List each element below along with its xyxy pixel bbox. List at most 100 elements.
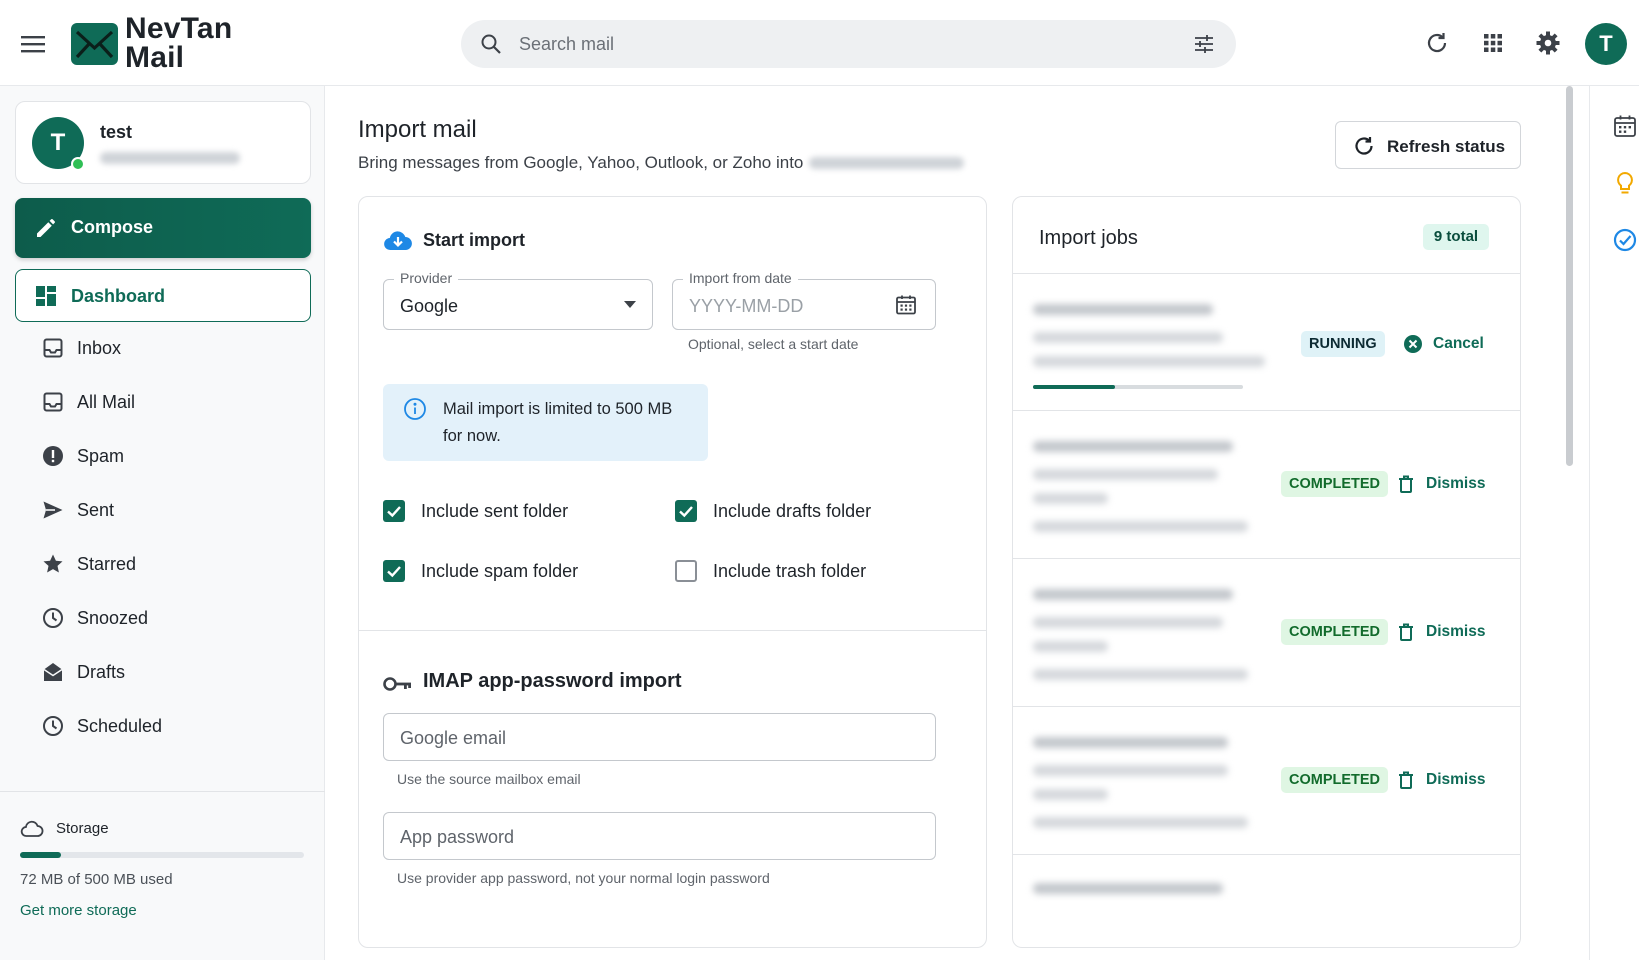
job-email-blurred — [1033, 441, 1233, 452]
job-email-blurred — [1033, 304, 1213, 315]
account-card[interactable]: T test — [15, 101, 311, 184]
dashboard-icon — [35, 285, 57, 307]
cloud-download-icon — [383, 229, 413, 253]
job-progress-bar — [1033, 385, 1243, 389]
brand-line-1: NevTan — [125, 12, 233, 45]
job-email-blurred — [1033, 883, 1223, 894]
start-import-title: Start import — [423, 230, 526, 250]
online-status-dot — [71, 157, 85, 171]
email-helper-text: Use the source mailbox email — [397, 771, 581, 787]
brand-name: NevTan Mail — [125, 12, 233, 74]
checkbox-label: Include spam folder — [421, 561, 579, 581]
job-detail-blurred — [1033, 789, 1108, 800]
refresh-icon[interactable] — [1424, 30, 1450, 56]
job-detail-blurred — [1033, 765, 1228, 776]
sidebar-item-snoozed[interactable]: Snoozed — [30, 598, 300, 638]
sidebar-item-label: Drafts — [77, 662, 126, 682]
sidebar: T test Compose Dashboard Inbox All Mail … — [0, 86, 325, 960]
user-avatar[interactable]: T — [1585, 23, 1627, 65]
include-sent-checkbox[interactable]: Include sent folder — [383, 498, 643, 526]
calendar-icon[interactable] — [894, 293, 918, 317]
import-job-row: RUNNING Cancel — [1013, 273, 1520, 410]
job-detail-blurred — [1033, 641, 1108, 652]
dismiss-label: Dismiss — [1426, 475, 1486, 492]
storage-progress-bar — [20, 852, 304, 858]
blurred-email — [809, 157, 965, 169]
sidebar-item-label: Spam — [77, 446, 125, 466]
menu-icon[interactable] — [18, 29, 48, 59]
all-mail-icon — [42, 391, 64, 413]
sidebar-item-spam[interactable]: Spam — [30, 436, 300, 476]
job-detail-blurred — [1033, 356, 1265, 367]
imap-import-title: IMAP app-password import — [423, 670, 682, 692]
page-scrollbar[interactable] — [1566, 86, 1574, 960]
get-more-storage-link[interactable]: Get more storage — [20, 902, 137, 919]
scrollbar-thumb[interactable] — [1566, 86, 1573, 466]
trash-icon — [1396, 474, 1416, 494]
job-detail-blurred — [1033, 493, 1108, 504]
include-drafts-checkbox[interactable]: Include drafts folder — [675, 498, 935, 526]
job-progress-fill — [1033, 385, 1115, 389]
checkbox-label: Include drafts folder — [713, 501, 872, 521]
search-icon[interactable] — [479, 32, 503, 56]
trash-icon — [1396, 622, 1416, 642]
include-spam-checkbox[interactable]: Include spam folder — [383, 558, 643, 586]
sidebar-item-sent[interactable]: Sent — [30, 490, 300, 530]
import-date-placeholder: YYYY-MM-DD — [689, 296, 804, 316]
calendar-icon[interactable] — [1612, 113, 1638, 139]
tasks-check-icon[interactable] — [1612, 227, 1638, 253]
sidebar-item-all-mail[interactable]: All Mail — [30, 382, 300, 422]
import-date-field[interactable]: Import from date YYYY-MM-DD — [672, 270, 936, 330]
search-options-icon[interactable] — [1192, 32, 1216, 56]
job-email-blurred — [1033, 589, 1233, 600]
include-trash-checkbox[interactable]: Include trash folder — [675, 558, 935, 586]
dismiss-job-button[interactable]: Dismiss — [1396, 769, 1496, 791]
inbox-icon — [42, 337, 64, 359]
page-subtitle: Bring messages from Google, Yahoo, Outlo… — [358, 153, 965, 173]
lightbulb-icon[interactable] — [1612, 170, 1638, 196]
sidebar-item-label: Sent — [77, 500, 115, 520]
cancel-job-button[interactable]: Cancel — [1403, 333, 1503, 355]
import-jobs-title: Import jobs — [1039, 227, 1138, 249]
status-badge: COMPLETED — [1281, 619, 1389, 645]
settings-gear-icon[interactable] — [1535, 30, 1561, 56]
checkbox-unchecked-icon — [675, 560, 697, 582]
dashboard-button[interactable]: Dashboard — [15, 269, 311, 322]
app-password-input[interactable] — [400, 825, 900, 849]
sidebar-item-starred[interactable]: Starred — [30, 544, 300, 584]
dashboard-label: Dashboard — [71, 286, 166, 306]
google-email-input[interactable] — [400, 726, 900, 750]
sidebar-item-inbox[interactable]: Inbox — [30, 328, 300, 368]
app-password-field[interactable] — [383, 812, 936, 860]
provider-select[interactable]: Provider Google — [383, 270, 653, 330]
sent-icon — [42, 499, 64, 521]
checkbox-label: Include sent folder — [421, 501, 569, 521]
status-badge: RUNNING — [1301, 331, 1385, 357]
dismiss-job-button[interactable]: Dismiss — [1396, 621, 1496, 643]
apps-grid-icon[interactable] — [1480, 30, 1506, 56]
compose-button[interactable]: Compose — [15, 198, 311, 258]
brand-line-2: Mail — [125, 41, 185, 74]
info-icon — [403, 397, 427, 421]
checkbox-checked-icon — [675, 500, 697, 522]
storage-used-text: 72 MB of 500 MB used — [20, 871, 173, 888]
job-timestamp-blurred — [1033, 669, 1248, 680]
divider — [0, 791, 325, 792]
search-bar[interactable] — [461, 20, 1236, 68]
provider-value: Google — [400, 296, 459, 316]
google-email-field[interactable] — [383, 713, 936, 761]
checkbox-label: Include trash folder — [713, 561, 867, 581]
refresh-status-button[interactable]: Refresh status — [1335, 121, 1521, 169]
main-content: Import mail Bring messages from Google, … — [326, 86, 1566, 960]
logo-icon — [71, 23, 118, 65]
refresh-icon — [1353, 135, 1375, 157]
top-bar: NevTan Mail T — [0, 0, 1639, 86]
dismiss-job-button[interactable]: Dismiss — [1396, 473, 1496, 495]
search-input[interactable] — [519, 30, 1139, 58]
spam-icon — [42, 445, 64, 467]
sidebar-item-scheduled[interactable]: Scheduled — [30, 706, 300, 746]
drafts-icon — [42, 661, 64, 683]
compose-label: Compose — [71, 217, 154, 237]
page-title: Import mail — [358, 116, 477, 143]
sidebar-item-drafts[interactable]: Drafts — [30, 652, 300, 692]
